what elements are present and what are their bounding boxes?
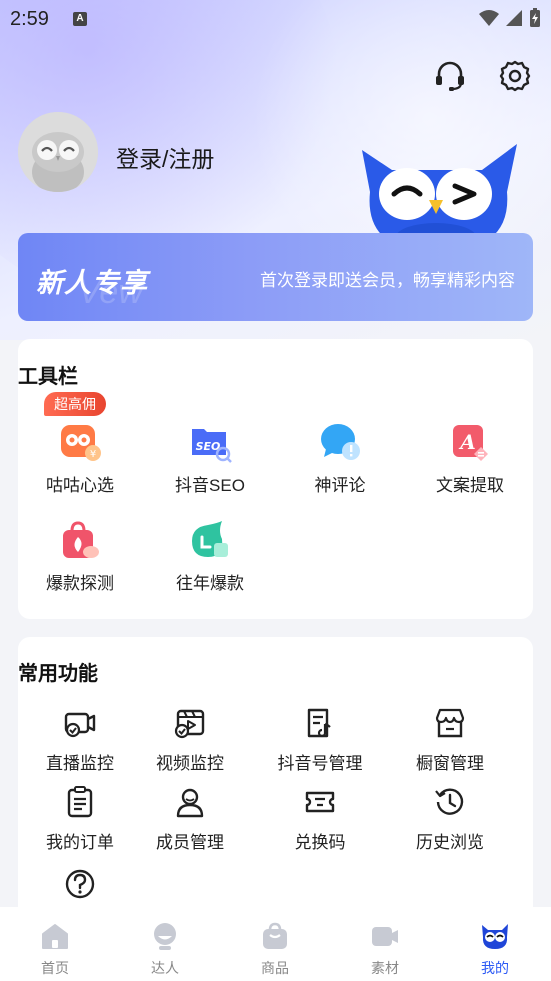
member-manage-item[interactable]: 成员管理 xyxy=(125,785,255,853)
function-label: 视频监控 xyxy=(156,754,224,773)
banner-description: 首次登录即送会员，畅享精彩内容 xyxy=(260,271,515,290)
storefront-icon xyxy=(435,708,465,738)
wifi-icon xyxy=(479,10,499,26)
gear-icon[interactable] xyxy=(497,58,533,94)
common-functions-title: 常用功能 xyxy=(18,663,98,685)
function-label: 成员管理 xyxy=(156,833,224,852)
svg-text:¥: ¥ xyxy=(90,449,96,460)
function-label: 橱窗管理 xyxy=(416,754,484,773)
tool-label: 神评论 xyxy=(314,476,366,495)
avatar[interactable] xyxy=(18,112,98,192)
tab-label: 达人 xyxy=(151,960,179,976)
tab-mine[interactable]: 我的 xyxy=(440,907,550,978)
order-list-icon xyxy=(67,786,93,818)
history-icon xyxy=(435,788,464,815)
redeem-code-item[interactable]: 兑换码 xyxy=(255,785,385,853)
account-manage-icon xyxy=(307,708,331,738)
owl-profile-icon xyxy=(482,924,508,949)
ticket-icon xyxy=(305,791,335,813)
history-hit-icon xyxy=(192,521,228,557)
creator-icon xyxy=(154,923,176,950)
text-extract-icon: A xyxy=(453,425,488,461)
comment-bubble-icon xyxy=(321,424,360,460)
history-browse-item[interactable]: 历史浏览 xyxy=(385,785,515,853)
tool-label: 往年爆款 xyxy=(176,574,244,593)
video-monitor-icon xyxy=(174,709,205,739)
tab-product[interactable]: 商品 xyxy=(220,907,330,978)
live-monitor-icon xyxy=(64,712,96,738)
new-user-banner[interactable]: Vew 新人专享 首次登录即送会员，畅享精彩内容 xyxy=(18,233,533,321)
svg-text:A: A xyxy=(458,430,476,454)
video-icon xyxy=(372,927,398,946)
high-commission-badge: 超高佣 xyxy=(44,392,106,416)
status-time: 2:59 xyxy=(10,8,49,30)
member-icon xyxy=(176,788,204,818)
account-manage-item[interactable]: 抖音号管理 xyxy=(255,706,385,774)
notification-a-icon: A xyxy=(73,12,87,26)
signal-icon xyxy=(506,10,522,26)
function-label: 抖音号管理 xyxy=(277,754,363,773)
tab-label: 商品 xyxy=(261,960,289,976)
bottom-tab-bar: 首页 达人 商品 素材 我的 xyxy=(0,907,551,981)
video-monitor-item[interactable]: 视频监控 xyxy=(125,706,255,774)
tool-god-comment[interactable]: 神评论 xyxy=(275,421,405,496)
toolbar-title: 工具栏 xyxy=(18,366,78,388)
tab-creator[interactable]: 达人 xyxy=(110,907,220,978)
seo-folder-icon: SEO xyxy=(192,429,232,463)
tool-hot-detect[interactable]: 爆款探测 xyxy=(15,519,145,594)
headset-icon[interactable] xyxy=(432,58,468,94)
function-label: 兑换码 xyxy=(294,833,346,852)
owl-shop-icon: ¥ xyxy=(61,425,101,461)
owl-avatar-icon xyxy=(18,112,98,192)
hot-bag-icon xyxy=(63,521,99,558)
bag-icon xyxy=(263,922,287,949)
home-icon xyxy=(42,924,68,949)
tool-label: 抖音SEO xyxy=(175,476,245,495)
tab-label: 首页 xyxy=(41,960,69,976)
tool-text-extract[interactable]: A 文案提取 xyxy=(405,421,535,496)
tab-material[interactable]: 素材 xyxy=(330,907,440,978)
tool-label: 文案提取 xyxy=(436,476,504,495)
tab-label: 我的 xyxy=(481,960,509,976)
tool-douyin-seo[interactable]: SEO 抖音SEO xyxy=(145,421,275,496)
function-label: 历史浏览 xyxy=(416,833,484,852)
tool-gugu-select[interactable]: ¥ 咕咕心选 xyxy=(15,421,145,496)
tool-label: 咕咕心选 xyxy=(46,476,114,495)
help-item[interactable] xyxy=(15,867,145,910)
battery-icon xyxy=(530,8,540,27)
tab-home[interactable]: 首页 xyxy=(0,907,110,978)
status-bar: 2:59 A xyxy=(0,0,551,38)
storefront-item[interactable]: 橱窗管理 xyxy=(385,706,515,774)
help-icon xyxy=(65,869,95,899)
login-register-link[interactable]: 登录/注册 xyxy=(116,140,214,174)
tool-past-hits[interactable]: 往年爆款 xyxy=(145,519,275,594)
tab-label: 素材 xyxy=(371,960,399,976)
banner-title: 新人专享 xyxy=(36,268,148,298)
tool-label: 爆款探测 xyxy=(46,574,114,593)
